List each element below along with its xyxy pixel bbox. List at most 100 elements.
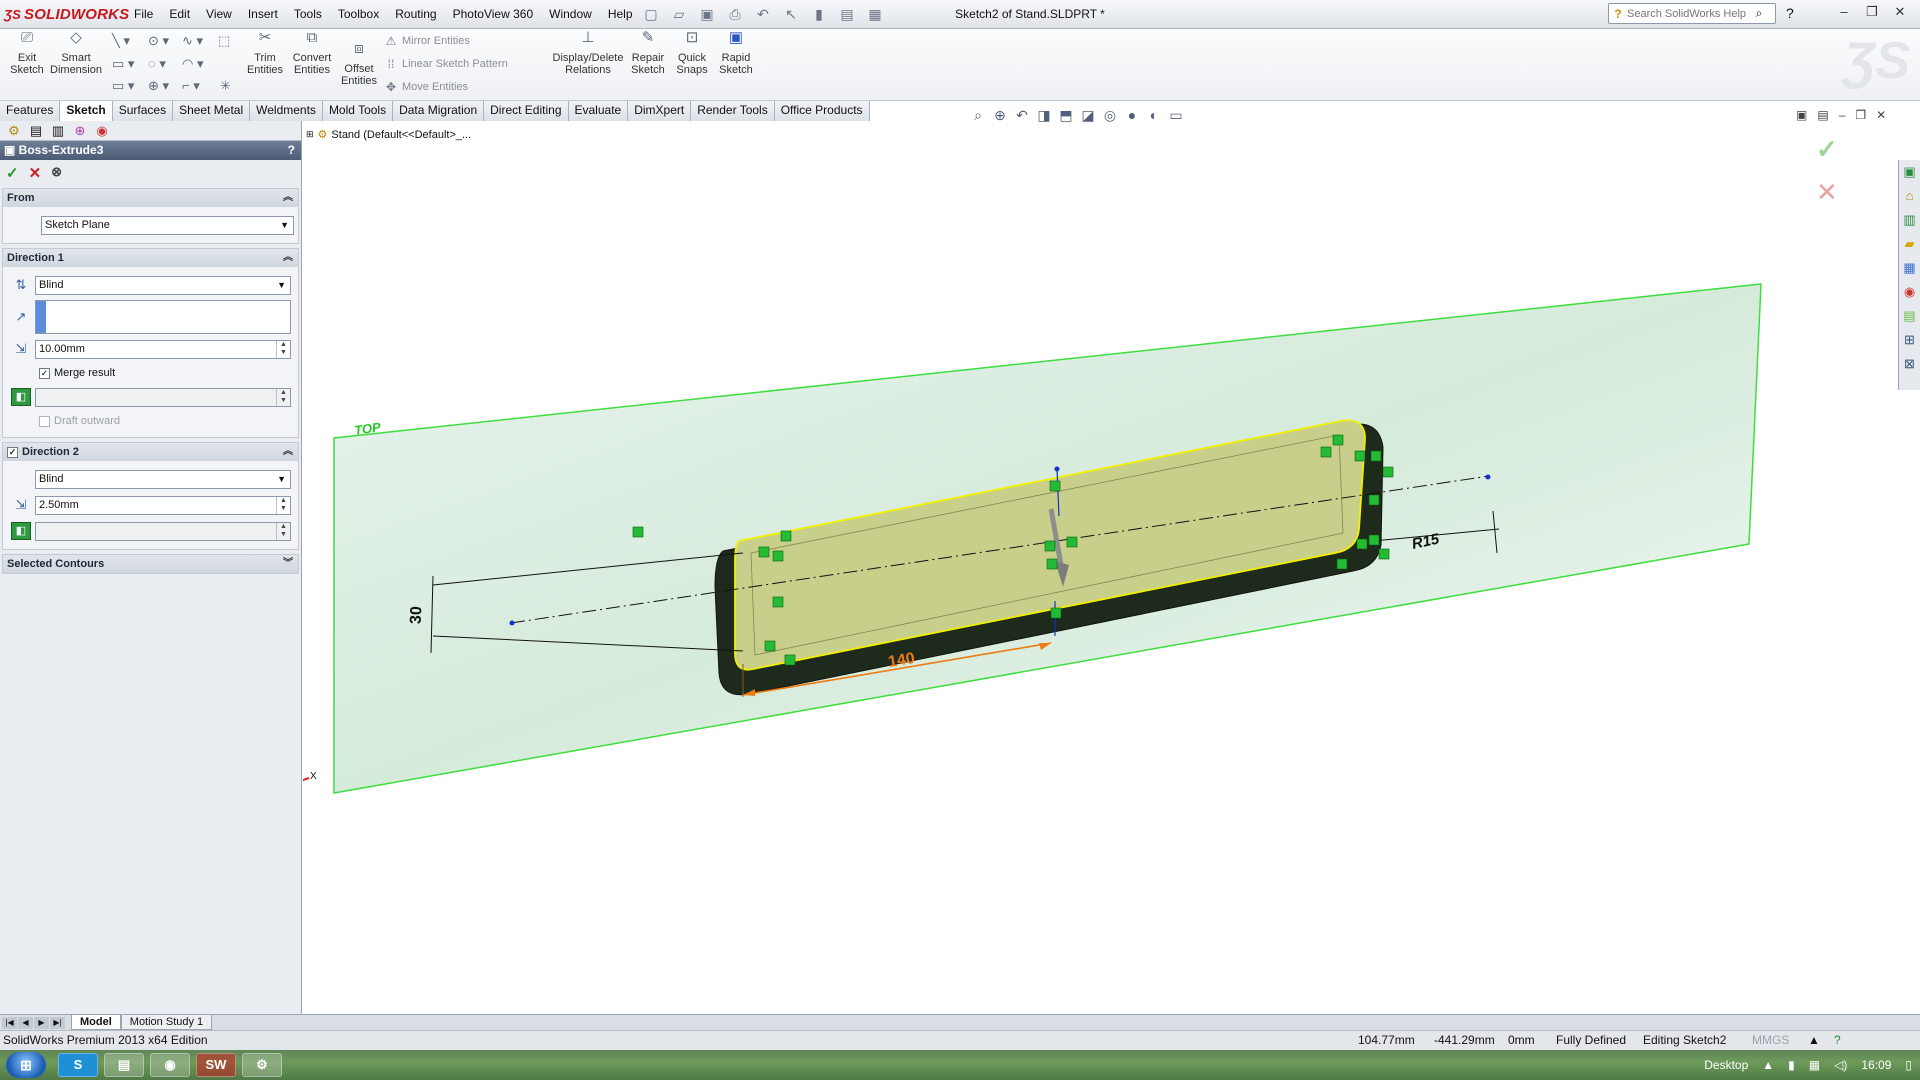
direction-of-extrusion-box[interactable] xyxy=(35,300,291,334)
spin-arrows-icon[interactable]: ▲ ▼ xyxy=(276,496,290,514)
tab-data-migration[interactable]: Data Migration xyxy=(393,101,485,121)
point-icon[interactable]: ⬚ xyxy=(218,33,230,49)
configurationmanager-tab-icon[interactable]: ▥ xyxy=(48,123,68,139)
arc-icon[interactable]: ◠ ▾ xyxy=(182,56,203,72)
linear-sketch-pattern-button[interactable]: ⁞⁞ Linear Sketch Pattern xyxy=(384,57,508,71)
skype-icon[interactable]: S xyxy=(58,1053,98,1077)
rapid-sketch-button[interactable]: ▣ Rapid Sketch xyxy=(716,30,756,76)
tab-direct-editing[interactable]: Direct Editing xyxy=(484,101,569,121)
from-start-select[interactable]: Sketch Plane ▼ xyxy=(41,215,294,235)
minimize-icon[interactable]: – xyxy=(1834,4,1854,22)
direction2-draft-angle-input[interactable]: ▲ ▼ xyxy=(35,521,291,541)
toolbox-icon[interactable]: ⊠ xyxy=(1899,352,1920,376)
draft-toggle-icon[interactable]: ◧ xyxy=(11,522,31,540)
help-search-input[interactable] xyxy=(1627,7,1749,20)
volume-icon[interactable]: ◁) xyxy=(1834,1058,1847,1072)
open-icon[interactable]: ▱ xyxy=(668,5,690,23)
design-library-icon[interactable]: ⌂ xyxy=(1899,184,1920,208)
spin-arrows-icon[interactable]: ▲ ▼ xyxy=(276,388,290,406)
tab-model[interactable]: Model xyxy=(71,1015,121,1030)
tray-expand-icon[interactable]: ▲ xyxy=(1762,1058,1774,1072)
select-icon[interactable]: ↖ xyxy=(780,5,802,23)
rebuild-icon[interactable]: ▮ xyxy=(808,5,830,23)
graphics-area[interactable]: TOP 30 R15 140 X xyxy=(303,121,1898,1014)
file-manager-icon[interactable]: ▤ xyxy=(104,1053,144,1077)
firefox-icon[interactable]: ◉ xyxy=(150,1053,190,1077)
view-palette-icon[interactable]: ▦ xyxy=(1899,256,1920,280)
edit-appearance-icon[interactable]: ● xyxy=(1124,107,1140,124)
close-icon[interactable]: ✕ xyxy=(1890,4,1910,22)
next-tab-icon[interactable]: ▶ xyxy=(34,1016,49,1029)
print-icon[interactable]: ⎙ xyxy=(724,5,746,23)
tab-weldments[interactable]: Weldments xyxy=(250,101,323,121)
straight-slot-icon[interactable]: ▭ ▾ xyxy=(112,78,134,94)
menu-window[interactable]: Window xyxy=(549,7,592,21)
tab-office-products[interactable]: Office Products xyxy=(774,101,870,121)
section-view-icon[interactable]: ◨ xyxy=(1036,107,1052,124)
help-button-icon[interactable]: ? xyxy=(288,141,295,160)
group-selected-contours-header[interactable]: Selected Contours ︾ xyxy=(3,555,298,573)
viewport-close-icon[interactable]: ✕ xyxy=(1876,108,1886,122)
prev-tab-icon[interactable]: ◀ xyxy=(18,1016,33,1029)
expand-icon[interactable]: ︾ xyxy=(283,555,293,573)
viewport-tile-icon[interactable]: ▤ xyxy=(1817,108,1828,122)
sketch-point-icon[interactable]: ✳ xyxy=(220,78,231,94)
offset-entities-button[interactable]: ⧈ Offset Entities xyxy=(338,41,380,87)
featuremanager-flyout[interactable]: ⊞ ⚙ Stand (Default<<Default>_... xyxy=(306,128,471,142)
detailed-preview-icon[interactable]: ⊗ xyxy=(51,164,62,180)
draft-toggle-icon[interactable]: ◧ xyxy=(11,388,31,406)
tray-app-icon[interactable]: ▮ xyxy=(1788,1058,1795,1072)
help-status-icon[interactable]: ? xyxy=(1834,1031,1841,1050)
circle-icon[interactable]: ⊙ ▾ xyxy=(148,33,169,49)
group-direction2-header[interactable]: ✓ Direction 2 ︽ xyxy=(3,443,298,461)
quick-snaps-button[interactable]: ⊡ Quick Snaps xyxy=(672,30,712,76)
solidworks-taskbar-icon[interactable]: SW xyxy=(196,1053,236,1077)
zoom-to-area-icon[interactable]: ⊕ xyxy=(992,107,1008,124)
slot-icon[interactable]: ◌ ▾ xyxy=(148,56,166,72)
spin-arrows-icon[interactable]: ▲ ▼ xyxy=(276,340,290,358)
rectangle-icon[interactable]: ▭ ▾ xyxy=(112,56,134,72)
line-icon[interactable]: ╲ ▾ xyxy=(112,33,130,49)
new-icon[interactable]: ▢ xyxy=(640,5,662,23)
last-tab-icon[interactable]: ▶| xyxy=(50,1016,65,1029)
menu-edit[interactable]: Edit xyxy=(169,7,190,21)
direction2-end-condition-select[interactable]: Blind ▼ xyxy=(35,469,291,489)
units-dropdown-icon[interactable]: ▲ xyxy=(1808,1031,1820,1050)
mirror-entities-button[interactable]: ⚠ Mirror Entities xyxy=(384,34,470,48)
tab-render-tools[interactable]: Render Tools xyxy=(691,101,775,121)
repair-sketch-button[interactable]: ✎ Repair Sketch xyxy=(628,30,668,76)
undo-icon[interactable]: ↶ xyxy=(752,5,774,23)
restore-icon[interactable]: ❐ xyxy=(1862,4,1882,22)
appearances-icon[interactable]: ◉ xyxy=(1899,280,1920,304)
fillet-icon[interactable]: ⌐ ▾ xyxy=(182,78,200,94)
search-icon[interactable]: ⌕ xyxy=(1749,6,1769,21)
view-orientation-icon[interactable]: ⬒ xyxy=(1058,107,1074,124)
dimxpertmanager-tab-icon[interactable]: ⊕ xyxy=(70,123,90,139)
previous-view-icon[interactable]: ↶ xyxy=(1014,107,1030,124)
show-desktop-icon[interactable]: ▯ xyxy=(1905,1058,1912,1072)
confirm-cancel-icon[interactable]: ✕ xyxy=(1816,177,1856,208)
options-icon[interactable]: ▦ xyxy=(864,5,886,23)
documents-icon[interactable]: ⊞ xyxy=(1899,328,1920,352)
start-button[interactable]: ⊞ xyxy=(6,1052,46,1078)
direction1-end-condition-select[interactable]: Blind ▼ xyxy=(35,275,291,295)
tab-sheet-metal[interactable]: Sheet Metal xyxy=(173,101,251,121)
ok-icon[interactable]: ✓ xyxy=(6,164,19,182)
tab-mold-tools[interactable]: Mold Tools xyxy=(322,101,394,121)
spin-arrows-icon[interactable]: ▲ ▼ xyxy=(276,522,290,540)
polygon-icon[interactable]: ⊕ ▾ xyxy=(148,78,169,94)
file-properties-icon[interactable]: ▤ xyxy=(836,5,858,23)
reverse-direction-icon[interactable]: ⇅ xyxy=(7,277,35,293)
solidworks-resources-icon[interactable]: ▣ xyxy=(1899,160,1920,184)
menu-toolbox[interactable]: Toolbox xyxy=(338,7,379,21)
merge-result-checkbox[interactable]: ✓ Merge result xyxy=(39,367,115,379)
hide-show-icon[interactable]: ◎ xyxy=(1102,107,1118,124)
zoom-to-fit-icon[interactable]: ⌕ xyxy=(970,107,986,124)
save-icon[interactable]: ▣ xyxy=(696,5,718,23)
menu-view[interactable]: View xyxy=(206,7,232,21)
clock[interactable]: 16:09 xyxy=(1861,1058,1891,1072)
menu-photoview[interactable]: PhotoView 360 xyxy=(453,7,534,21)
help-icon[interactable]: ? xyxy=(1786,5,1794,21)
cancel-icon[interactable]: ✕ xyxy=(29,164,42,182)
network-icon[interactable]: ▦ xyxy=(1809,1058,1820,1072)
